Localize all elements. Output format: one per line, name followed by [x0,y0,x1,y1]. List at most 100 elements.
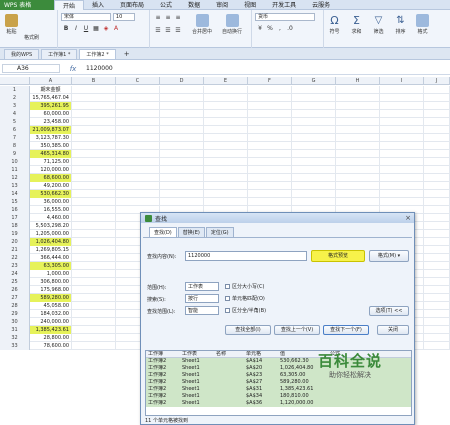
cell[interactable] [72,230,116,238]
cell-a[interactable]: 1,026,404.80 [30,238,72,246]
cell[interactable] [336,126,380,134]
border-icon[interactable]: ▦ [92,25,100,33]
cell-a[interactable]: 5,503,298.20 [30,222,72,230]
cell[interactable] [336,174,380,182]
cell[interactable] [424,110,450,118]
row-header[interactable]: 9 [0,150,30,158]
cell[interactable] [248,94,292,102]
cell[interactable] [204,190,248,198]
row-header[interactable]: 2 [0,94,30,102]
cell[interactable] [424,254,450,262]
cell-a[interactable]: 16,555.00 [30,206,72,214]
cell[interactable] [336,102,380,110]
column-header[interactable]: E [204,77,248,85]
cell[interactable] [424,310,450,318]
column-header[interactable]: B [72,77,116,85]
cell[interactable] [160,182,204,190]
cell[interactable] [380,142,424,150]
cell[interactable] [424,102,450,110]
cell[interactable] [292,174,336,182]
cell[interactable] [72,118,116,126]
cell[interactable] [72,150,116,158]
tab-workbook1[interactable]: 工作簿1 * [41,49,78,59]
new-tab-button[interactable]: + [118,49,136,59]
cell-a[interactable]: 184,032.00 [30,310,72,318]
cell[interactable] [72,190,116,198]
cell[interactable] [292,182,336,190]
cell[interactable] [248,150,292,158]
cell[interactable] [248,86,292,94]
find-next-button[interactable]: 查找下一个(F) [323,325,369,335]
cell[interactable] [292,158,336,166]
cell[interactable] [72,310,116,318]
cell[interactable] [72,126,116,134]
cell[interactable] [72,326,116,334]
column-header[interactable]: D [160,77,204,85]
cell[interactable] [292,142,336,150]
name-box[interactable]: A36 [2,64,60,73]
row-header[interactable]: 14 [0,190,30,198]
cell[interactable] [116,182,160,190]
options-button[interactable]: 选项(T) << [369,306,409,316]
cell[interactable] [424,222,450,230]
cell[interactable] [380,182,424,190]
cell-a[interactable]: 589,280.00 [30,294,72,302]
column-header[interactable]: C [116,77,160,85]
cell[interactable] [204,102,248,110]
column-header[interactable]: G [292,77,336,85]
find-input[interactable]: 1120000 [185,251,307,261]
close-icon[interactable]: × [405,214,411,222]
cell[interactable] [204,142,248,150]
cell[interactable] [292,190,336,198]
menu-formulas[interactable]: 公式 [152,0,180,10]
row-header[interactable]: 15 [0,198,30,206]
decimal-icon[interactable]: .0 [286,25,294,33]
cell[interactable] [424,198,450,206]
cell[interactable] [424,158,450,166]
cell[interactable] [204,150,248,158]
cell[interactable] [380,126,424,134]
menu-home[interactable]: 开始 [54,0,85,10]
cell[interactable] [204,126,248,134]
cell[interactable] [160,102,204,110]
row-header[interactable]: 27 [0,294,30,302]
row-header[interactable]: 33 [0,342,30,350]
menu-insert[interactable]: 插入 [84,0,112,10]
sort-button[interactable]: ⇅ 排序 [394,12,407,35]
cell-a[interactable]: 68,600.00 [30,174,72,182]
cell[interactable] [116,110,160,118]
cell[interactable] [292,86,336,94]
cell-a[interactable]: 175,968.00 [30,286,72,294]
cell[interactable] [248,134,292,142]
cell[interactable] [424,190,450,198]
row-header[interactable]: 32 [0,334,30,342]
cell[interactable] [336,86,380,94]
match-cell-checkbox[interactable]: 单元格匹配(O) [225,295,265,302]
cell[interactable] [72,262,116,270]
percent-icon[interactable]: % [266,25,274,33]
cell-a[interactable]: 530,662.30 [30,190,72,198]
bold-icon[interactable]: B [62,25,70,33]
row-header[interactable]: 29 [0,310,30,318]
cell[interactable] [72,142,116,150]
cell-a[interactable]: 期末金额 [30,86,72,94]
row-header[interactable]: 17 [0,214,30,222]
find-all-button[interactable]: 查找全部(I) [225,325,271,335]
cell[interactable] [116,174,160,182]
row-header[interactable]: 20 [0,238,30,246]
row-header[interactable]: 19 [0,230,30,238]
cell[interactable] [72,86,116,94]
cell[interactable] [72,222,116,230]
cell[interactable] [160,94,204,102]
cell[interactable] [380,150,424,158]
cell[interactable] [248,174,292,182]
row-header[interactable]: 1 [0,86,30,94]
cell-a[interactable]: 1,205,000.00 [30,230,72,238]
font-name-select[interactable]: 宋体 [61,13,111,21]
cell-a[interactable]: 1,385,423.61 [30,326,72,334]
cell[interactable] [424,238,450,246]
cell[interactable] [292,150,336,158]
tab-replace[interactable]: 替换(E) [177,227,205,237]
cell[interactable] [72,238,116,246]
cell[interactable] [204,134,248,142]
